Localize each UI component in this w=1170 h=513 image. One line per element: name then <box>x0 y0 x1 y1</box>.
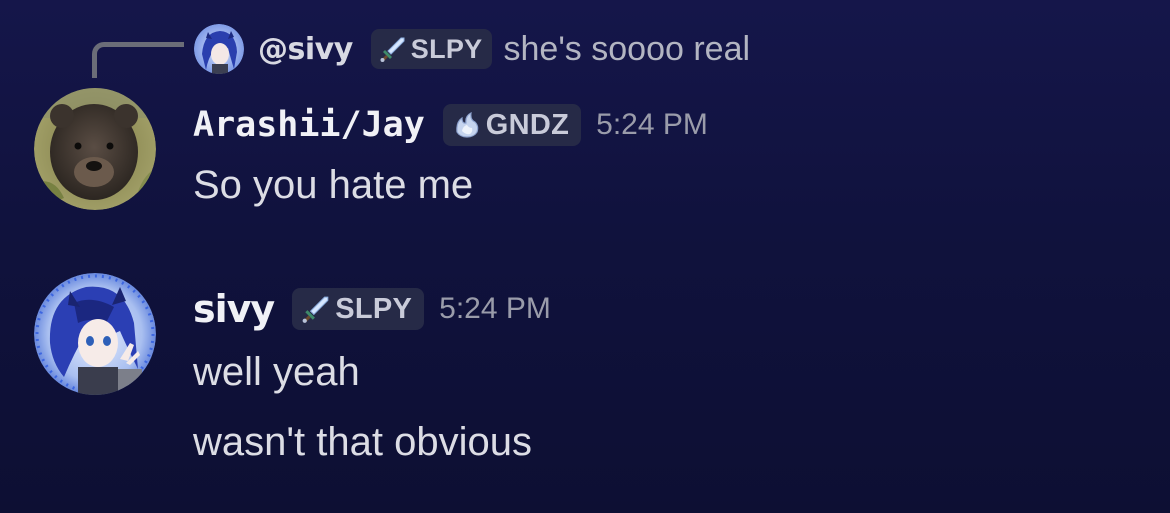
message-header-arashii: Arashii/Jay GNDZ 5:24 PM <box>193 97 708 153</box>
avatar-sivy[interactable] <box>34 273 156 395</box>
reply-tag-badge[interactable]: SLPY <box>370 29 492 69</box>
reply-preview-text[interactable]: she's soooo real <box>504 30 751 69</box>
message-header-sivy: sivy SLPY 5:24 PM <box>193 281 551 337</box>
username-arashii[interactable]: Arashii/Jay <box>193 105 425 145</box>
timestamp[interactable]: 5:24 PM <box>439 292 551 326</box>
reply-tag-label: SLPY <box>410 33 483 64</box>
avatar-arashii[interactable] <box>34 88 156 210</box>
timestamp[interactable]: 5:24 PM <box>596 108 708 142</box>
message-text: wasn't that obvious <box>193 420 532 464</box>
tag-label-gndz: GNDZ <box>485 108 570 141</box>
reply-avatar[interactable] <box>194 24 244 74</box>
reply-connector-line <box>92 42 184 78</box>
sword-icon <box>301 294 331 324</box>
tag-badge-gndz[interactable]: GNDZ <box>442 104 582 146</box>
sword-icon <box>379 35 407 63</box>
message-text: well yeah <box>193 350 360 394</box>
username-sivy[interactable]: sivy <box>193 287 275 331</box>
tag-badge-slpy[interactable]: SLPY <box>292 288 425 330</box>
reply-username[interactable]: @sivy <box>258 32 353 67</box>
flame-icon <box>452 110 482 140</box>
reply-reference[interactable]: @sivy SLPY she's soooo real <box>194 24 750 74</box>
tag-label-slpy: SLPY <box>335 292 413 325</box>
message-text: So you hate me <box>193 163 474 207</box>
